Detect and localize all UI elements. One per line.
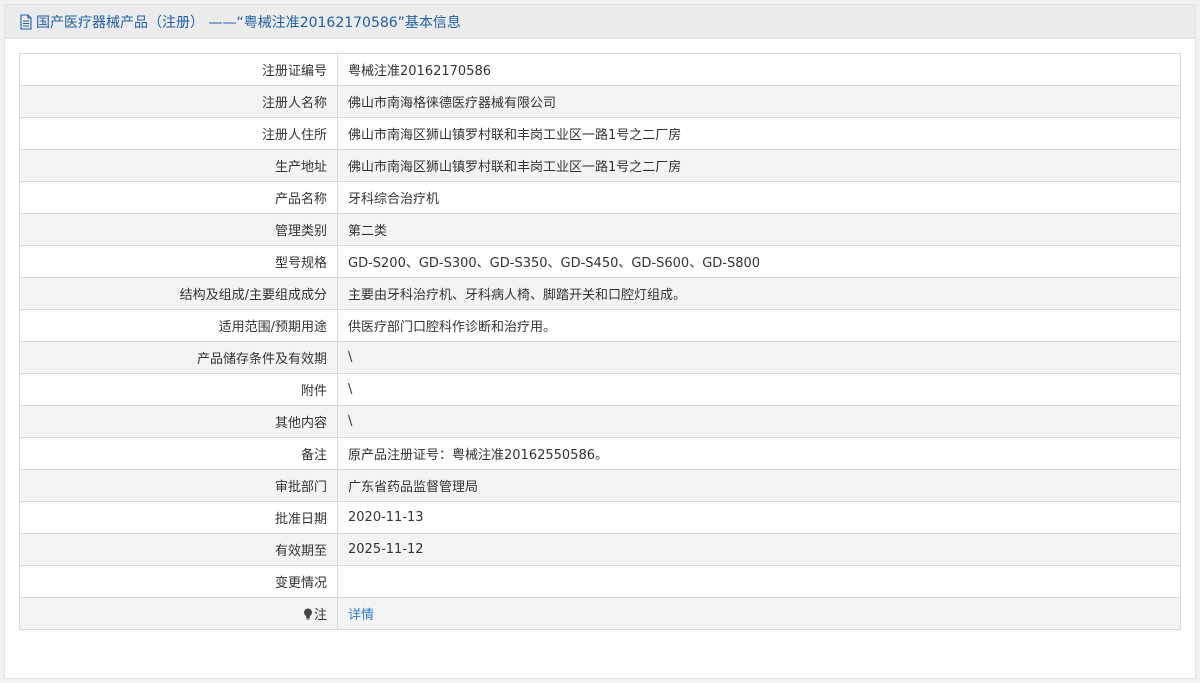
row-label: 产品储存条件及有效期 <box>19 341 338 374</box>
bulb-icon <box>303 608 312 620</box>
row-value-note: 详情 <box>337 597 1181 630</box>
table-row: 注册人住所 佛山市南海区狮山镇罗村联和丰岗工业区一路1号之二厂房 <box>19 117 1181 150</box>
row-value: 主要由牙科治疗机、牙科病人椅、脚踏开关和口腔灯组成。 <box>337 277 1181 310</box>
row-label: 生产地址 <box>19 149 338 182</box>
row-label: 适用范围/预期用途 <box>19 309 338 342</box>
table-row: 备注 原产品注册证号：粤械注准20162550586。 <box>19 437 1181 470</box>
table-row: 变更情况 <box>19 565 1181 598</box>
row-value: 2020-11-13 <box>337 501 1181 534</box>
row-label: 备注 <box>19 437 338 470</box>
row-value: 供医疗部门口腔科作诊断和治疗用。 <box>337 309 1181 342</box>
document-icon <box>20 13 32 30</box>
table-row: 结构及组成/主要组成成分 主要由牙科治疗机、牙科病人椅、脚踏开关和口腔灯组成。 <box>19 277 1181 310</box>
row-value: 粤械注准20162170586 <box>337 53 1181 86</box>
row-value: 第二类 <box>337 213 1181 246</box>
table-row: 适用范围/预期用途 供医疗部门口腔科作诊断和治疗用。 <box>19 309 1181 342</box>
page-title: 国产医疗器械产品（注册） ——“粤械注准20162170586”基本信息 <box>36 14 461 31</box>
row-label: 注册人住所 <box>19 117 338 150</box>
table-row: 批准日期 2020-11-13 <box>19 501 1181 534</box>
table-row-note: 注 详情 <box>19 597 1181 630</box>
row-label: 型号规格 <box>19 245 338 278</box>
row-label: 产品名称 <box>19 181 338 214</box>
row-label: 审批部门 <box>19 469 338 502</box>
row-label: 有效期至 <box>19 533 338 566</box>
row-label: 注册人名称 <box>19 85 338 118</box>
table-row: 产品名称 牙科综合治疗机 <box>19 181 1181 214</box>
info-panel: 国产医疗器械产品（注册） ——“粤械注准20162170586”基本信息 注册证… <box>4 4 1196 679</box>
table-row: 型号规格 GD-S200、GD-S300、GD-S350、GD-S450、GD-… <box>19 245 1181 278</box>
row-value: 2025-11-12 <box>337 533 1181 566</box>
row-value: 原产品注册证号：粤械注准20162550586。 <box>337 437 1181 470</box>
row-label: 变更情况 <box>19 565 338 598</box>
table-row: 注册证编号 粤械注准20162170586 <box>19 53 1181 86</box>
details-link[interactable]: 详情 <box>348 608 374 623</box>
panel-header: 国产医疗器械产品（注册） ——“粤械注准20162170586”基本信息 <box>5 5 1195 39</box>
row-value: \ <box>337 341 1181 374</box>
row-value: 广东省药品监督管理局 <box>337 469 1181 502</box>
row-value: \ <box>337 405 1181 438</box>
table-row: 审批部门 广东省药品监督管理局 <box>19 469 1181 502</box>
row-label-note: 注 <box>19 597 338 630</box>
row-label: 附件 <box>19 373 338 406</box>
table-row: 注册人名称 佛山市南海格徕德医疗器械有限公司 <box>19 85 1181 118</box>
row-label: 其他内容 <box>19 405 338 438</box>
table-row: 附件 \ <box>19 373 1181 406</box>
row-value: 佛山市南海格徕德医疗器械有限公司 <box>337 85 1181 118</box>
note-label: 注 <box>313 608 327 623</box>
table-row: 管理类别 第二类 <box>19 213 1181 246</box>
row-value: 佛山市南海区狮山镇罗村联和丰岗工业区一路1号之二厂房 <box>337 149 1181 182</box>
table-row: 有效期至 2025-11-12 <box>19 533 1181 566</box>
table-row: 生产地址 佛山市南海区狮山镇罗村联和丰岗工业区一路1号之二厂房 <box>19 149 1181 182</box>
info-table: 注册证编号 粤械注准20162170586 注册人名称 佛山市南海格徕德医疗器械… <box>19 53 1181 630</box>
row-label: 注册证编号 <box>19 53 338 86</box>
table-row: 其他内容 \ <box>19 405 1181 438</box>
row-value <box>337 565 1181 598</box>
row-value: GD-S200、GD-S300、GD-S350、GD-S450、GD-S600、… <box>337 245 1181 278</box>
row-label: 管理类别 <box>19 213 338 246</box>
row-label: 批准日期 <box>19 501 338 534</box>
row-value: \ <box>337 373 1181 406</box>
row-value: 牙科综合治疗机 <box>337 181 1181 214</box>
row-value: 佛山市南海区狮山镇罗村联和丰岗工业区一路1号之二厂房 <box>337 117 1181 150</box>
row-label: 结构及组成/主要组成成分 <box>19 277 338 310</box>
table-row: 产品储存条件及有效期 \ <box>19 341 1181 374</box>
